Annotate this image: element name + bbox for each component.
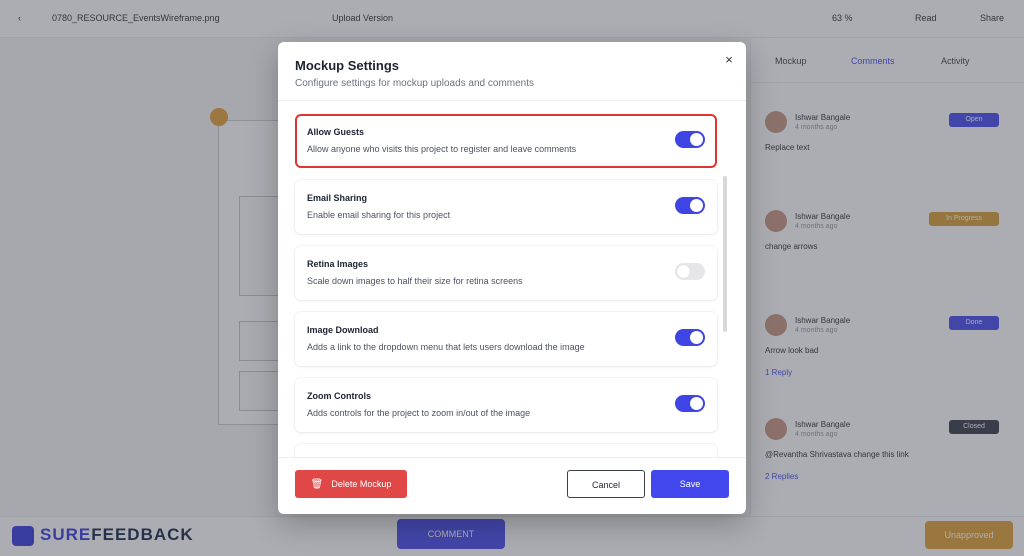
setting-description: Allow anyone who visits this project to … [307,144,577,154]
cancel-button[interactable]: Cancel [567,470,645,498]
setting-description: Enable email sharing for this project [307,210,451,220]
setting-title: Email Sharing [307,193,368,203]
modal-title: Mockup Settings [295,58,400,73]
modal-footer: 🗑 Delete Mockup Cancel Save [278,457,746,514]
modal-subtitle: Configure settings for mockup uploads an… [295,78,535,89]
setting-zoom-controls: Zoom Controls Adds controls for the proj… [295,378,717,432]
setting-title: Zoom Controls [307,391,371,401]
setting-title: Retina Images [307,259,369,269]
zoom-controls-toggle[interactable] [675,395,705,412]
allow-guests-toggle[interactable] [675,131,705,148]
modal-header: Mockup Settings Configure settings for m… [278,42,746,101]
settings-list[interactable]: Allow Guests Allow anyone who visits thi… [278,102,746,457]
setting-email-sharing: Email Sharing Enable email sharing for t… [295,180,717,234]
setting-allow-guests: Allow Guests Allow anyone who visits thi… [295,114,717,168]
scrollbar[interactable] [723,176,727,332]
mockup-settings-modal: Mockup Settings Configure settings for m… [278,42,746,514]
setting-title: Allow Guests [307,127,365,137]
setting-title: Image Download [307,325,379,335]
setting-partial [295,444,717,457]
image-download-toggle[interactable] [675,329,705,346]
save-button[interactable]: Save [651,470,729,498]
trash-icon: 🗑 [310,479,324,490]
setting-image-download: Image Download Adds a link to the dropdo… [295,312,717,366]
email-sharing-toggle[interactable] [675,197,705,214]
setting-retina-images: Retina Images Scale down images to half … [295,246,717,300]
delete-mockup-button[interactable]: 🗑 Delete Mockup [295,470,407,498]
setting-description: Adds controls for the project to zoom in… [307,408,531,418]
setting-description: Scale down images to half their size for… [307,276,523,286]
close-icon[interactable]: × [722,53,736,67]
setting-description: Adds a link to the dropdown menu that le… [307,342,585,352]
retina-images-toggle[interactable] [675,263,705,280]
